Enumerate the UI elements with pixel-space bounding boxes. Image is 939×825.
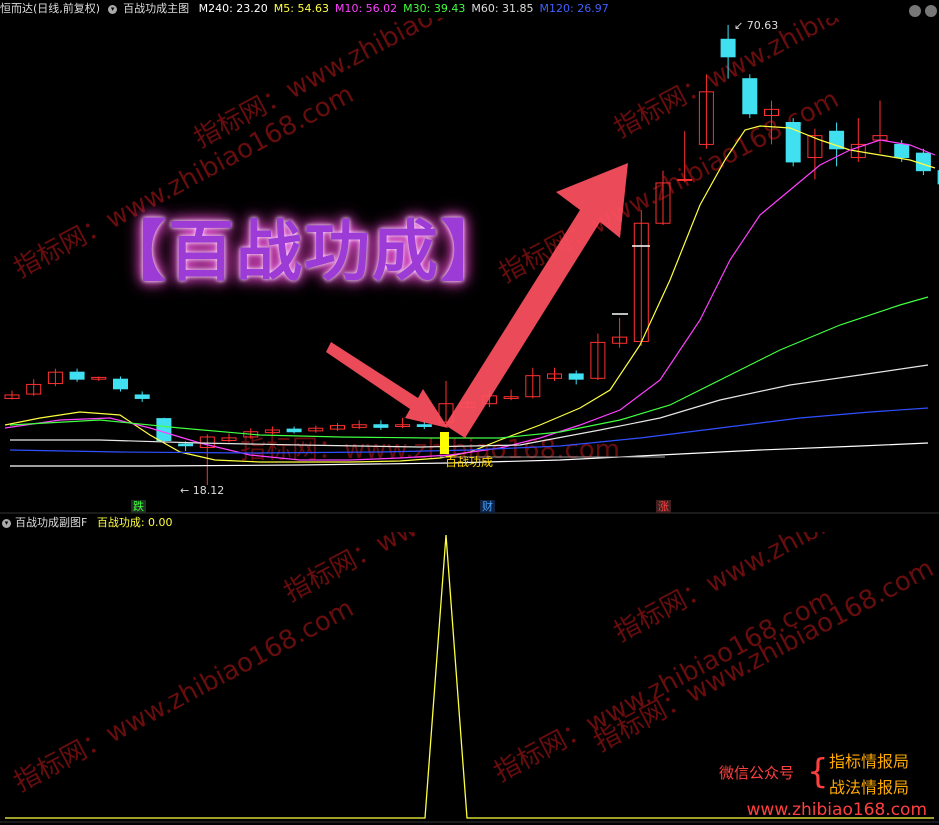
candle xyxy=(47,368,63,387)
candle-body xyxy=(156,418,172,441)
candle xyxy=(633,210,649,346)
ma-label-0: M240: 23.20 xyxy=(198,2,268,15)
candle xyxy=(785,118,801,167)
candle xyxy=(351,420,367,430)
candle xyxy=(264,426,280,435)
promo-line2: 战法情报局 xyxy=(829,778,910,797)
candle-body xyxy=(178,443,194,447)
candle xyxy=(568,370,584,385)
watermark: 指标网：www.zhibiao168.com xyxy=(189,18,539,154)
candle xyxy=(91,376,107,381)
ma-label-4: M60: 31.85 xyxy=(471,2,534,15)
candle xyxy=(113,376,128,392)
watermark: 指标网：www.zhibiao168.com xyxy=(9,593,359,798)
sub-chart-header: ▾ 百战功成副图F 百战功成: 0.00 xyxy=(0,514,939,532)
candle xyxy=(330,422,345,431)
title-overlay: 【百战功成】 xyxy=(100,213,508,290)
candle-body xyxy=(69,371,85,380)
close-icon[interactable] xyxy=(925,5,937,17)
candle-body xyxy=(742,78,758,115)
candle-body xyxy=(373,424,389,428)
watermark: 指标网：www.zhibiao168.com xyxy=(589,553,939,758)
candle xyxy=(525,367,541,399)
signal-label: 百战功成 xyxy=(445,455,493,469)
arrow-pointer-down xyxy=(326,342,448,428)
low-price-marker: ← 18.12 xyxy=(180,484,224,497)
candle xyxy=(590,333,606,381)
candle-body xyxy=(286,428,302,433)
promo-url: www.zhibiao168.com xyxy=(746,800,927,820)
candle xyxy=(286,426,302,434)
candle xyxy=(4,390,20,400)
candle xyxy=(373,420,389,430)
candle xyxy=(547,367,562,381)
sub-indicator-value: 百战功成: 0.00 xyxy=(96,516,173,529)
settings-icon[interactable]: ▾ xyxy=(108,4,118,14)
candle xyxy=(308,425,324,433)
main-chart-header: 恒而达(日线,前复权) ▾ 百战功成主图 M240: 23.20 M5: 54.63 M… xyxy=(0,0,939,18)
candle-body xyxy=(568,373,584,380)
day-tag-finance: 财 xyxy=(480,500,495,513)
candle-body xyxy=(894,143,910,159)
ma-label-1: M5: 54.63 xyxy=(273,2,329,15)
candle xyxy=(156,417,172,443)
indicator-name[interactable]: 百战功成主图 xyxy=(123,2,189,15)
ma-label-2: M10: 56.02 xyxy=(334,2,398,15)
candle xyxy=(69,368,85,382)
promo-block: 微信公众号 { 指标情报局 战法情报局 xyxy=(719,748,929,798)
candle-body xyxy=(416,424,432,427)
high-price-marker: ↙ 70.63 xyxy=(734,19,778,32)
stock-name: 恒而达(日线,前复权) xyxy=(0,2,101,15)
candle xyxy=(850,118,866,162)
candle xyxy=(221,433,237,443)
candle-body xyxy=(134,394,150,399)
watermark: 指标网：www.zhibiao168.com xyxy=(240,435,620,465)
ma-label-5: M120: 26.97 xyxy=(539,2,609,15)
candle xyxy=(26,379,42,396)
candle xyxy=(503,389,519,401)
day-tag-rise: 涨 xyxy=(656,500,671,513)
candle xyxy=(395,417,411,429)
candle-body xyxy=(113,378,128,390)
candle-body xyxy=(720,38,736,58)
candle-body xyxy=(915,152,931,172)
candle xyxy=(742,74,758,119)
watermark: 指标网：www.zhibiao168.com xyxy=(279,532,629,608)
candle xyxy=(134,391,150,402)
candle-body xyxy=(677,178,693,181)
expand-icon[interactable] xyxy=(909,5,921,17)
brace-icon: { xyxy=(807,752,829,792)
promo-line1: 指标情报局 xyxy=(829,752,910,771)
settings-icon[interactable]: ▾ xyxy=(2,518,11,528)
candle xyxy=(872,100,888,154)
promo-label: 微信公众号 xyxy=(719,764,795,782)
candle xyxy=(612,317,628,348)
sub-indicator-name[interactable]: 百战功成副图F xyxy=(15,516,87,529)
ma-label-3: M30: 39.43 xyxy=(403,2,466,15)
day-tag-fall: 跌 xyxy=(131,500,146,513)
ma-legend: M240: 23.20 M5: 54.63 M10: 56.02 M30: 39.43… xyxy=(199,2,615,15)
signal-bar xyxy=(440,432,449,454)
